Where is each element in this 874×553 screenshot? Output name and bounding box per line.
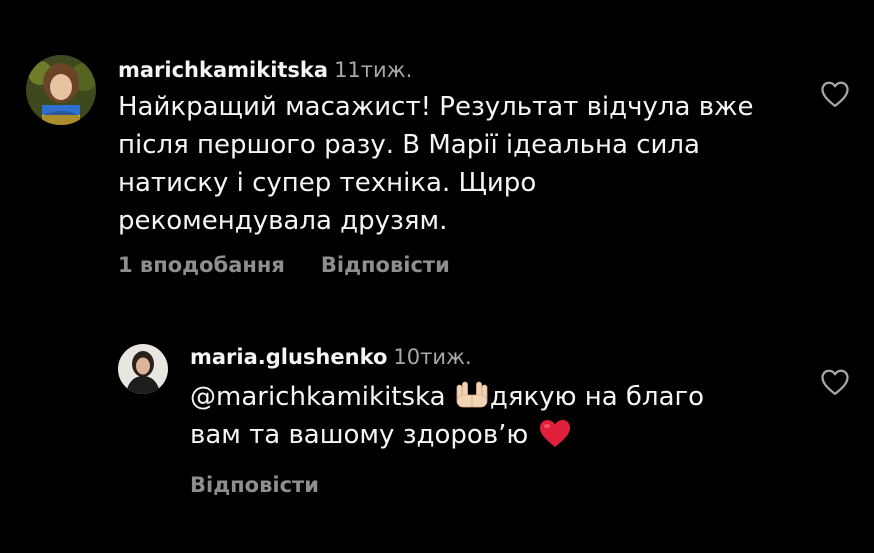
- reply-button[interactable]: Відповісти: [190, 470, 319, 500]
- timestamp: 10тиж.: [393, 345, 472, 369]
- heart-outline-icon[interactable]: [820, 368, 850, 396]
- palms-up-together-emoji: [454, 379, 490, 411]
- comment-actions: Відповісти: [190, 470, 319, 500]
- avatar[interactable]: [118, 344, 168, 394]
- mention-link[interactable]: @marichkamikitska: [190, 382, 446, 412]
- comments-screen: marichkamikitska 11тиж. Найкращий масажис…: [0, 0, 874, 553]
- avatar-image: [118, 344, 168, 394]
- username[interactable]: maria.glushenko: [190, 345, 387, 369]
- red-heart-emoji: [537, 417, 573, 449]
- comment-text-part: дякую на благо: [489, 382, 705, 412]
- comment-header: maria.glushenko 10тиж.: [190, 342, 472, 372]
- comment-text-part: вам та вашому здоров’ю: [190, 420, 529, 450]
- comment-text: @marichkamikitska дякую на благо вам та …: [190, 378, 790, 454]
- reply-comment: maria.glushenko 10тиж. @marichkamikitska …: [0, 0, 874, 553]
